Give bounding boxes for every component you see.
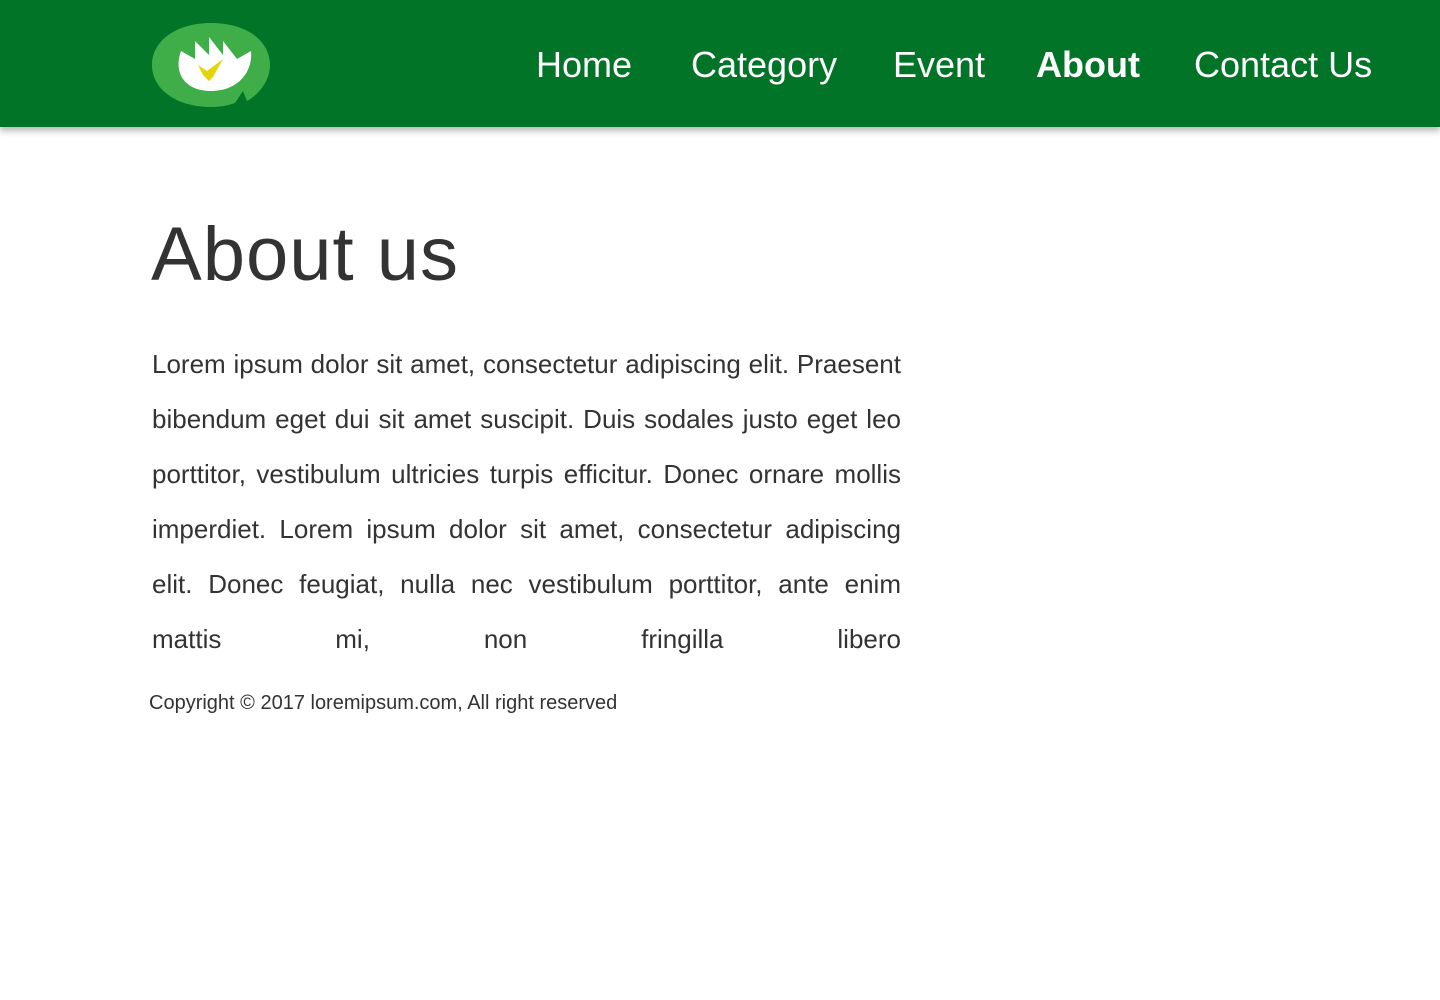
main-nav: Home Category Event About Contact Us (0, 40, 1440, 90)
nav-contact-us-link[interactable]: Contact Us (1194, 40, 1372, 90)
nav-category-link[interactable]: Category (691, 40, 837, 90)
nav-about-link[interactable]: About (1036, 40, 1140, 90)
copyright-text: Copyright © 2017 loremipsum.com, All rig… (149, 692, 618, 714)
about-paragraph: Lorem ipsum dolor sit amet, consectetur … (152, 349, 901, 654)
main-content: About us Lorem ipsum dolor sit amet, con… (151, 210, 901, 654)
page-title: About us (151, 212, 459, 297)
nav-event-link[interactable]: Event (893, 40, 985, 90)
nav-home-link[interactable]: Home (536, 40, 632, 90)
site-header: Home Category Event About Contact Us (0, 0, 1440, 127)
